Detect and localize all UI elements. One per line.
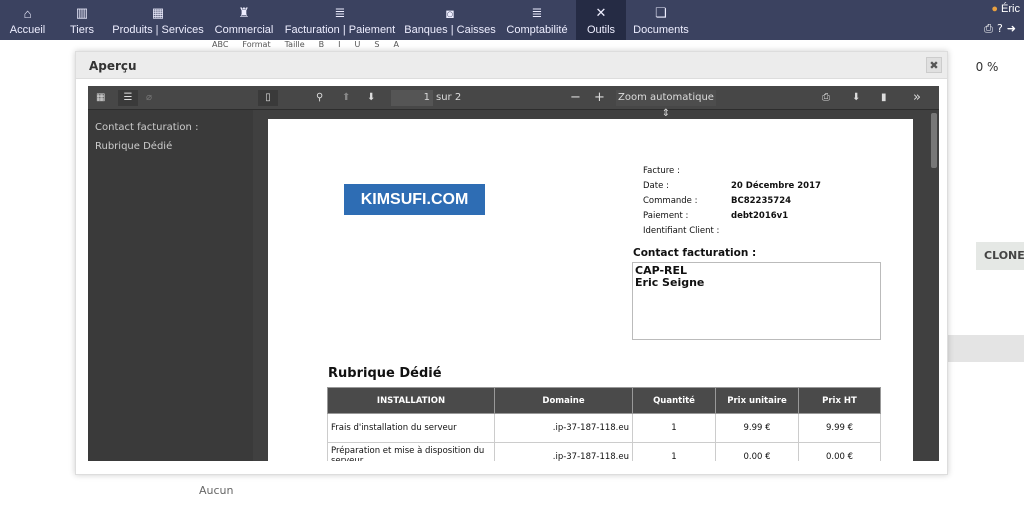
contact-label: Contact facturation : [633, 247, 757, 259]
nav-item-accueil[interactable]: ⌂ Accueil [0, 0, 55, 40]
tie-icon: ♜ [238, 5, 250, 20]
col-header: Prix unitaire [715, 387, 799, 414]
top-navbar: ⌂ Accueil ▥ Tiers ▦ Produits | Services ♜ Comme… [0, 0, 1024, 40]
invoice-table: INSTALLATION Domaine Quantité Prix unitaire… [327, 387, 881, 461]
zoom-select[interactable]: Zoom automatique ⇕ [616, 90, 716, 119]
nav-label: Accueil [9, 24, 46, 36]
attachment-icon[interactable]: ⌀ [146, 90, 152, 106]
nav-label: Tiers [69, 24, 95, 36]
sidebar-toggle-icon[interactable]: ▯ [258, 90, 278, 106]
meta-value: BC82235724 [731, 196, 792, 206]
nav-item-banques-caisses[interactable]: ◙ Banques | Caisses [402, 0, 498, 40]
table-row: Frais d'installation du serveur .ip-37-18… [327, 413, 881, 443]
pdf-page: KIMSUFI.COM Facture : Date : 20 Décembre … [268, 119, 913, 461]
outline-sidebar: Contact facturation : Rubrique Dédié [88, 110, 253, 461]
nav-item-documents[interactable]: ❏ Documents [627, 0, 695, 40]
logout-icon[interactable]: ➜ [1007, 22, 1020, 35]
nav-label: Comptabilité [506, 24, 568, 36]
progress-percent[interactable]: 0 % [962, 56, 1012, 78]
user-name: Éric [1001, 3, 1020, 15]
cell: 9.99 € [715, 413, 799, 443]
meta-value: debt2016v1 [731, 211, 789, 221]
cell: 1 [632, 413, 716, 443]
col-header: Prix HT [798, 387, 881, 414]
building-icon: ▥ [75, 5, 89, 20]
cell: Frais d'installation du serveur [327, 413, 495, 443]
section-bar [948, 335, 1024, 362]
table-row: Préparation et mise à disposition du ser… [327, 442, 881, 461]
nav-label: Produits | Services [112, 24, 204, 36]
search-icon[interactable]: ⚲ [316, 90, 323, 106]
nav-item-tiers[interactable]: ▥ Tiers [58, 0, 106, 40]
next-page-icon[interactable]: ⬇ [367, 90, 375, 106]
nav-label: Facturation | Paiement [284, 24, 396, 36]
print-icon[interactable]: ⎙ [822, 90, 830, 106]
col-header: Domaine [494, 387, 633, 414]
nav-item-comptabilit-[interactable]: ≣ Comptabilité [500, 0, 574, 40]
more-tools-icon[interactable]: » [913, 90, 921, 106]
cell: 0.00 € [715, 442, 799, 461]
meta-label: Facture : [643, 166, 680, 176]
meta-label: Identifiant Client : [643, 226, 720, 236]
download-icon[interactable]: ⬇ [852, 90, 860, 106]
scrollbar[interactable] [931, 113, 937, 168]
nav-label: Outils [586, 24, 616, 36]
meta-value: 20 Décembre 2017 [731, 181, 821, 191]
pdf-toolbar: ▦ ☰ ⌀ ▯ ⚲ ⬆ ⬇ 1 sur 2 − + Zoom automatiq… [88, 86, 939, 119]
dialog-title: Aperçu [89, 59, 137, 73]
nav-item-facturation-paiement[interactable]: ≣ Facturation | Paiement [280, 0, 400, 40]
nav-item-produits-services[interactable]: ▦ Produits | Services [108, 0, 208, 40]
zoom-out-icon[interactable]: − [570, 90, 581, 106]
pdf-viewer: ▦ ☰ ⌀ ▯ ⚲ ⬆ ⬇ 1 sur 2 − + Zoom automatiq… [88, 86, 939, 461]
outline-item[interactable]: Rubrique Dédié [95, 137, 246, 156]
coins-icon: ≣ [334, 5, 346, 20]
page-number-input[interactable]: 1 [391, 90, 433, 106]
nav-label: Banques | Caisses [404, 24, 496, 36]
documents-icon: ❏ [655, 5, 667, 20]
tools-icon: ✕ [595, 5, 607, 20]
home-icon: ⌂ [23, 6, 32, 21]
cloner-button[interactable]: CLONER [976, 242, 1024, 270]
kimsufi-logo: KIMSUFI.COM [344, 184, 485, 215]
bookmark-icon[interactable]: ▮ [881, 90, 887, 106]
user-icon: ● [991, 3, 998, 15]
user-menu[interactable]: ● Éric [991, 3, 1020, 15]
none-label: Aucun [199, 484, 234, 497]
section-title: Rubrique Dédié [328, 366, 442, 381]
nav-item-commercial[interactable]: ♜ Commercial [210, 0, 278, 40]
meta-label: Date : [643, 181, 669, 191]
print-icon[interactable]: ⎙ [984, 22, 997, 35]
outline-icon[interactable]: ☰ [118, 90, 138, 106]
outline-item[interactable]: Contact facturation : [95, 118, 246, 137]
thumbnails-icon[interactable]: ▦ [96, 90, 105, 106]
cell: .ip-37-187-118.eu [494, 442, 633, 461]
contact-person: Eric Seigne [635, 276, 705, 289]
nav-label: Documents [633, 24, 689, 36]
contact-box: CAP-REL Eric Seigne [632, 262, 881, 340]
preview-dialog: Aperçu ✖ ▦ ☰ ⌀ ▯ ⚲ ⬆ ⬇ 1 sur 2 − + Zoom a… [75, 51, 948, 475]
coins-icon: ≣ [531, 5, 543, 20]
col-header: Quantité [632, 387, 716, 414]
close-button[interactable]: ✖ [926, 57, 942, 73]
meta-label: Commande : [643, 196, 698, 206]
boxes-icon: ▦ [151, 5, 165, 20]
invoice-meta: Facture : Date : 20 Décembre 2017 Command… [643, 164, 821, 239]
cell: 9.99 € [798, 413, 881, 443]
cell: .ip-37-187-118.eu [494, 413, 633, 443]
page-total: sur 2 [436, 92, 462, 103]
help-icon[interactable]: ? [997, 22, 1007, 35]
meta-label: Paiement : [643, 211, 689, 221]
nav-item-outils[interactable]: ✕ Outils [576, 0, 626, 40]
zoom-in-icon[interactable]: + [594, 90, 605, 106]
cell: 0.00 € [798, 442, 881, 461]
safe-icon: ◙ [446, 6, 454, 21]
col-header: INSTALLATION [327, 387, 495, 414]
cell: Préparation et mise à disposition du ser… [327, 442, 495, 461]
cell: 1 [632, 442, 716, 461]
previous-page-icon[interactable]: ⬆ [342, 90, 350, 106]
nav-label: Commercial [214, 24, 274, 36]
